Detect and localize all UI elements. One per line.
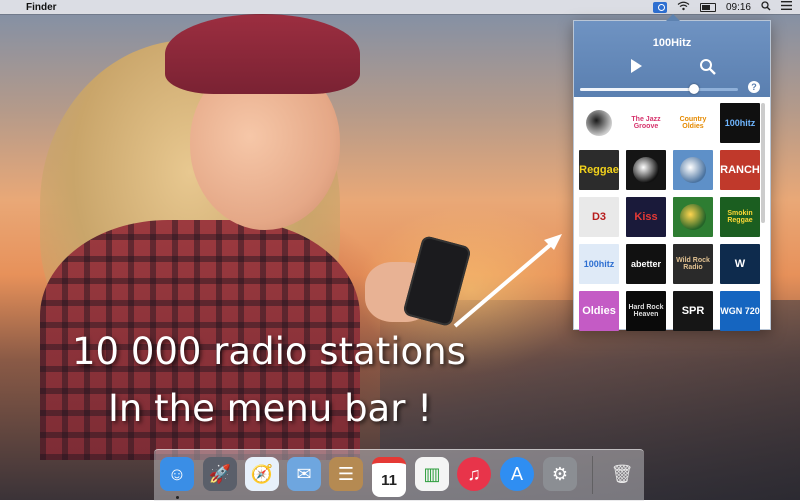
numbers-icon[interactable]: ▥ <box>415 457 449 491</box>
station-grid: The Jazz Groove Country Oldies 100hitz Regg… <box>579 103 760 331</box>
station-logo-wild-rock[interactable]: Wild Rock Radio <box>673 244 713 284</box>
dock: ☺ 🚀 🧭 ✉ ☰ 11 ▥ ♫ A ⚙ 🗑 <box>154 449 644 501</box>
station-label: Oldies <box>582 304 616 317</box>
station-artwork <box>586 110 612 136</box>
dock-separator <box>592 456 593 494</box>
station-logo-spr[interactable]: SPR <box>673 291 713 331</box>
wallpaper-hat <box>165 14 360 94</box>
calendar-icon[interactable]: 11 <box>372 457 406 497</box>
station-logo-wgn[interactable]: WGN 720 <box>720 291 760 331</box>
search-button[interactable] <box>699 58 717 76</box>
station-title: 100Hitz <box>652 37 692 49</box>
finder-icon[interactable]: ☺ <box>160 457 194 491</box>
safari-icon[interactable]: 🧭 <box>245 457 279 491</box>
help-button[interactable]: ? <box>748 81 760 93</box>
trash-icon[interactable]: 🗑 <box>605 457 639 491</box>
station-logo-abetter[interactable]: abetter <box>626 244 666 284</box>
station-logo-d3[interactable]: D3 <box>579 197 619 237</box>
station-logo-ranch[interactable]: RANCH <box>720 150 760 190</box>
station-logo-country-oldies[interactable]: Country Oldies <box>673 103 713 143</box>
radio-icon[interactable] <box>652 1 667 13</box>
system-preferences-icon[interactable]: ⚙ <box>543 457 577 491</box>
station-logo-lion[interactable] <box>673 197 713 237</box>
station-logo-kiss[interactable]: Kiss <box>626 197 666 237</box>
station-logo-emblem[interactable] <box>579 103 619 143</box>
station-logo-w-blue[interactable]: W <box>720 244 760 284</box>
itunes-icon[interactable]: ♫ <box>457 457 491 491</box>
station-logo-100hitz-light[interactable]: 100hitz <box>579 244 619 284</box>
volume-slider-fill <box>580 88 694 91</box>
station-artwork <box>680 204 706 230</box>
station-grid-scrollbar[interactable] <box>761 103 765 223</box>
station-label: Wild Rock Radio <box>676 257 710 271</box>
radio-popup: 100Hitz ? The Jazz Groove Country Oldies 1… <box>573 14 771 331</box>
station-label: W <box>734 257 746 270</box>
station-logo-oldies[interactable]: Oldies <box>579 291 619 331</box>
station-label: Kiss <box>634 210 658 223</box>
clock[interactable]: 09:16 <box>726 2 751 13</box>
menu-bar: Finder 09:16 <box>0 0 800 14</box>
station-logo-party-photo[interactable] <box>673 150 713 190</box>
volume-slider-knob[interactable] <box>688 84 699 94</box>
app-store-icon[interactable]: A <box>500 457 534 491</box>
station-logo-smokin-reggae[interactable]: Smokin Reggae <box>720 197 760 237</box>
station-label: Smokin Reggae <box>727 210 753 224</box>
station-logo-reggae[interactable]: Reggae <box>579 150 619 190</box>
station-label: WGN 720 <box>720 305 760 316</box>
station-label: 100hitz <box>583 258 615 269</box>
station-logo-100hitz[interactable]: 100hitz <box>720 103 760 143</box>
volume-slider[interactable] <box>580 84 738 94</box>
station-logo-singer-photo[interactable] <box>626 150 666 190</box>
station-logo-hard-rock-heaven[interactable]: Hard Rock Heaven <box>626 291 666 331</box>
station-label: 100hitz <box>724 117 756 128</box>
battery-icon[interactable] <box>699 2 716 12</box>
mail-icon[interactable]: ✉ <box>287 457 321 491</box>
wifi-icon[interactable] <box>677 1 690 14</box>
popup-header: 100Hitz ? <box>574 21 770 97</box>
station-label: Country Oldies <box>679 116 707 130</box>
station-label: Hard Rock Heaven <box>628 304 664 318</box>
station-label: The Jazz Groove <box>631 116 661 130</box>
launchpad-icon[interactable]: 🚀 <box>203 457 237 491</box>
play-button[interactable] <box>628 58 644 74</box>
station-artwork <box>680 157 706 183</box>
running-indicator <box>176 496 179 499</box>
status-area: 09:16 <box>652 0 792 14</box>
station-label: SPR <box>681 304 705 317</box>
station-label: RANCH <box>720 163 760 176</box>
station-logo-jazz-groove[interactable]: The Jazz Groove <box>626 103 666 143</box>
contacts-icon[interactable]: ☰ <box>329 457 363 491</box>
spotlight-icon[interactable] <box>761 0 771 14</box>
search-icon <box>700 59 716 75</box>
tagline-line-1: 10 000 radio stations <box>72 330 466 373</box>
station-artwork <box>633 157 659 183</box>
tagline-line-2: In the menu bar ! <box>108 387 433 430</box>
station-label: D3 <box>591 210 607 223</box>
app-menu-finder[interactable]: Finder <box>26 2 57 13</box>
notification-list-icon[interactable] <box>781 1 792 13</box>
station-label: Reggae <box>579 163 619 176</box>
play-icon <box>631 59 642 73</box>
station-label: abetter <box>630 258 661 269</box>
